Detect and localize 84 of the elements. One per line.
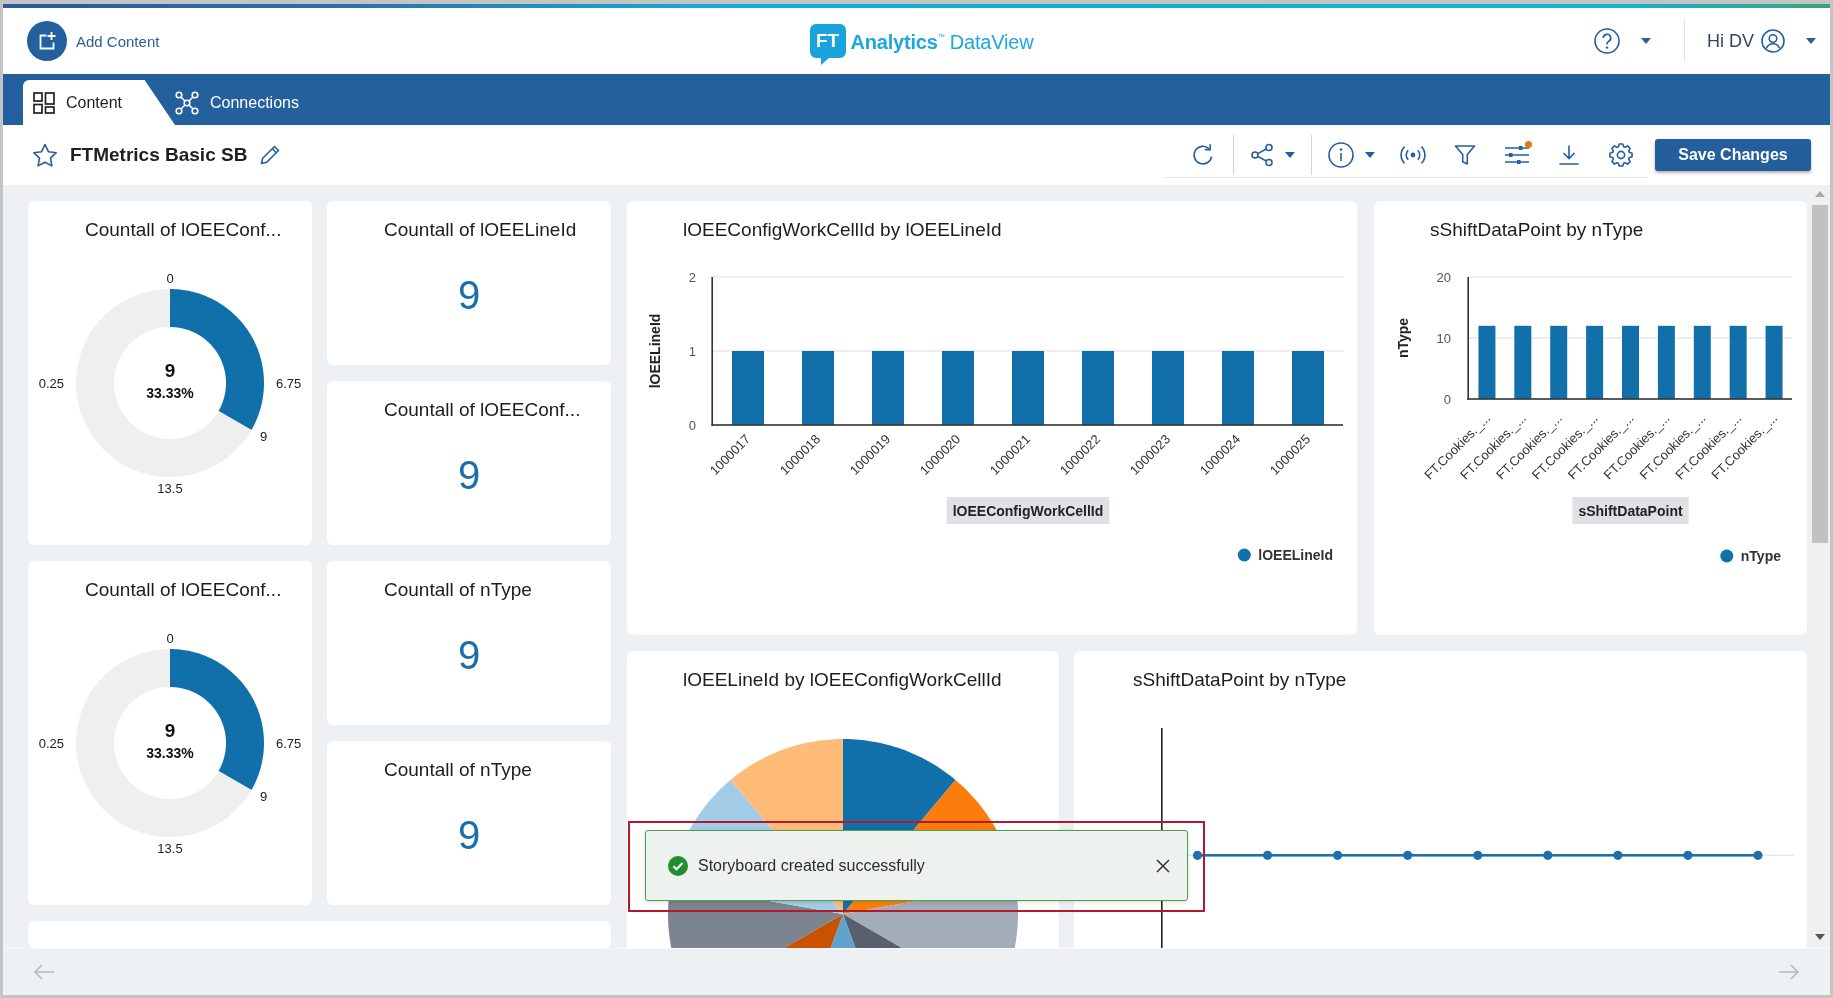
toast-message: Storyboard created successfully	[698, 856, 925, 875]
logo-text: Analytics$^{™}$ DataView	[850, 30, 1034, 54]
y-axis-title: nType	[1395, 317, 1411, 359]
gauge-tick-label: 13.5	[157, 840, 183, 856]
user-menu-button[interactable]: Hi DV	[1707, 29, 1816, 53]
tab[interactable]: Content	[23, 80, 175, 125]
axis-tick-label: 20	[1436, 269, 1451, 285]
axis-tick-label: 10	[1436, 330, 1451, 346]
tab[interactable]: Connections	[175, 80, 313, 125]
gauge-marker-label: 9	[259, 789, 268, 805]
x-axis-title: lOEEConfigWorkCellId	[946, 497, 1110, 524]
broadcast-icon[interactable]	[1399, 144, 1427, 165]
caret-icon[interactable]	[1365, 151, 1375, 158]
gauge-tick-label: 6.75	[276, 735, 302, 751]
scrollbar-thumb[interactable]	[1812, 205, 1828, 543]
legend-label: nType	[1740, 548, 1781, 564]
data-point	[1262, 850, 1273, 860]
caret-icon[interactable]	[1285, 151, 1295, 158]
data-point	[1403, 850, 1413, 860]
filter-icon[interactable]	[1454, 143, 1476, 166]
card-title: Countall of lOEEConf...	[85, 578, 282, 602]
x-axis-title: lOEEConfigWorkCellId	[952, 503, 1104, 519]
card-title: Countall of lOEEConf...	[85, 218, 282, 242]
add-content-icon[interactable]	[27, 21, 67, 61]
sliders-icon[interactable]	[1504, 143, 1530, 166]
gauge-tick-label: 0.25	[38, 375, 64, 391]
axis-tick-label: 0	[688, 417, 696, 433]
kpi-value: 9	[457, 453, 481, 497]
check-circle-icon	[668, 855, 688, 876]
kpi-value: 9	[457, 273, 481, 317]
gauge-marker-label: 9	[259, 429, 268, 445]
gauge-value: 9	[164, 719, 176, 741]
data-point	[1473, 850, 1483, 860]
x-axis-title: sShiftDataPoint	[1572, 497, 1689, 524]
pencil-icon[interactable]	[259, 144, 282, 166]
card-title: sShiftDataPoint by nType	[1430, 218, 1644, 242]
data-point	[1333, 850, 1343, 860]
gauge-tick-label: 0	[166, 630, 174, 646]
download-icon[interactable]	[1558, 143, 1580, 166]
data-point	[1753, 850, 1763, 860]
gauge-tick-label: 0.25	[38, 735, 64, 751]
card-title: sShiftDataPoint by nType	[1133, 668, 1347, 692]
kpi-value: 9	[457, 813, 481, 857]
user-icon[interactable]	[1761, 29, 1785, 53]
card-title: lOEEConfigWorkCellId by lOEELineId	[683, 218, 1002, 242]
data-point	[1613, 850, 1623, 860]
card-title: lOEELineId by lOEEConfigWorkCellId	[683, 668, 1002, 692]
data-point	[1683, 850, 1693, 860]
gauge-tick-label: 13.5	[157, 480, 183, 496]
share-icon[interactable]	[1250, 142, 1274, 167]
gauge-percent: 33.33%	[146, 385, 194, 401]
axis-tick-label: 2	[688, 269, 696, 285]
help-menu-button[interactable]	[1594, 28, 1651, 54]
axis-tick-label: 1	[688, 343, 696, 359]
save-changes-button[interactable]: Save Changes	[1655, 139, 1811, 171]
info-icon[interactable]	[1328, 141, 1354, 168]
grid-icon	[33, 91, 55, 114]
gauge-tick-label: 6.75	[276, 375, 302, 391]
caret-icon[interactable]	[1641, 38, 1651, 44]
card-title: Countall of lOEEConf...	[384, 398, 581, 422]
kpi-value: 9	[457, 633, 481, 677]
close-icon[interactable]	[1156, 858, 1170, 873]
scroll-down-icon[interactable]	[1815, 934, 1825, 940]
help-icon[interactable]	[1594, 28, 1620, 54]
storyboard-title: FTMetrics Basic SB	[70, 144, 248, 166]
axis-tick-label: 0	[1443, 391, 1451, 407]
data-point	[1192, 850, 1203, 860]
add-content-button[interactable]: Add Content	[27, 21, 160, 61]
refresh-icon[interactable]	[1191, 142, 1215, 167]
gauge-tick-label: 0	[166, 270, 174, 286]
y-axis-title: lOEELineId	[647, 313, 663, 389]
caret-icon[interactable]	[1806, 38, 1816, 44]
card-title: Countall of nType	[384, 578, 532, 602]
logo-badge: FT	[809, 23, 846, 65]
x-axis-title: sShiftDataPoint	[1578, 503, 1683, 519]
card-title: Countall of nType	[384, 758, 532, 782]
gauge-value: 9	[164, 359, 176, 381]
gauge-percent: 33.33%	[146, 745, 194, 761]
legend-label: lOEELineId	[1258, 547, 1333, 563]
card-title: Countall of lOEELineId	[384, 218, 577, 242]
star-icon[interactable]	[32, 142, 58, 168]
data-point	[1543, 850, 1553, 860]
network-icon	[175, 90, 199, 115]
settings-icon[interactable]	[1609, 142, 1633, 167]
